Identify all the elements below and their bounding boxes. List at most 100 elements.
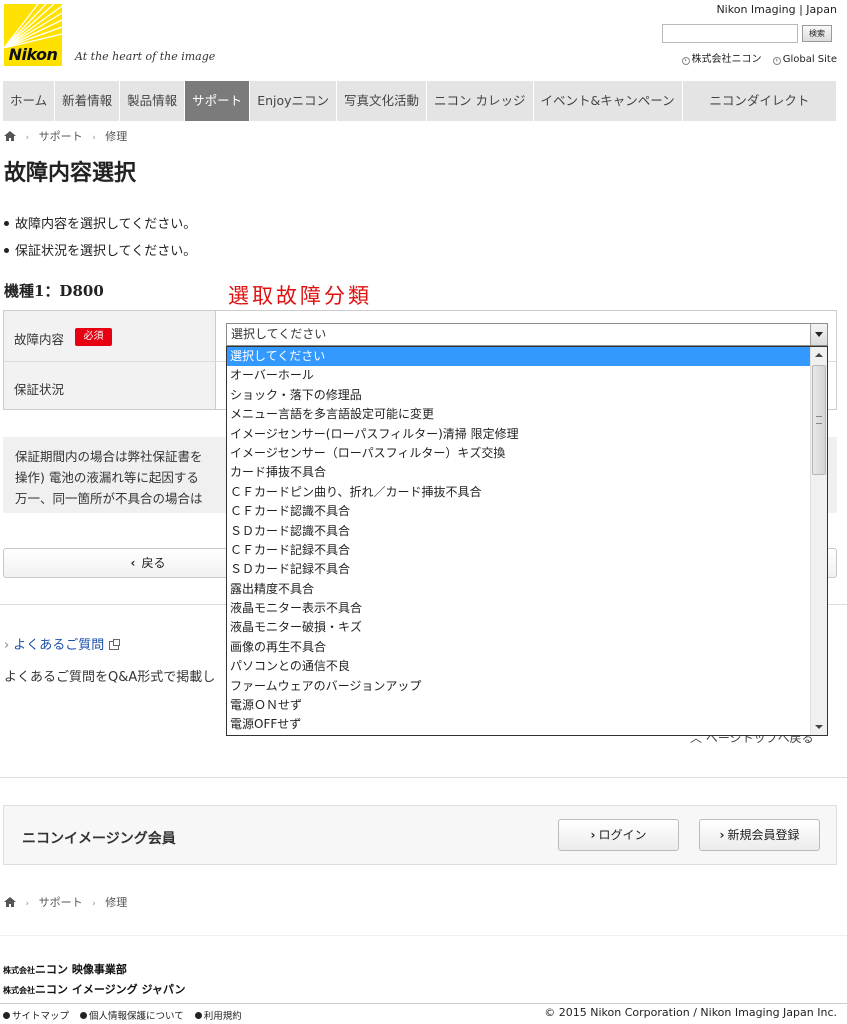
corp-name-1: 株式会社ニコン 映像事業部 — [3, 963, 127, 976]
annotation-text: 選取故障分類 — [228, 284, 372, 308]
nikon-corp-link[interactable]: › 株式会社ニコン — [681, 54, 762, 65]
footer-link-privacy[interactable]: 個人情報保護について — [80, 1011, 184, 1022]
dropdown-option[interactable]: ＣＦカードピン曲り、折れ／カード挿抜不具合 — [227, 483, 810, 502]
dropdown-option[interactable]: ＣＦカード記録不具合 — [227, 541, 810, 560]
breadcrumb-repair: 修理 — [105, 896, 128, 909]
tagline: At the heart of the image — [75, 50, 216, 63]
nav-college[interactable]: ニコン カレッジ — [427, 81, 534, 121]
login-button[interactable]: › ログイン — [558, 819, 679, 851]
chevron-right-icon: › — [92, 133, 96, 143]
nav-support[interactable]: サポート — [185, 81, 251, 121]
faq-description: よくあるご質問をQ&A形式で掲載し — [4, 670, 216, 685]
dropdown-option[interactable]: 液晶モニター破損・キズ — [227, 618, 810, 637]
dropdown-option[interactable]: 露出精度不具合 — [227, 580, 810, 599]
search-button[interactable]: 検索 — [802, 25, 832, 42]
link-bullet-icon: › — [772, 57, 781, 65]
dropdown-option[interactable]: 画像の再生不具合 — [227, 638, 810, 657]
divider — [0, 1003, 847, 1004]
page-title: 故障内容選択 — [4, 161, 137, 186]
breadcrumb-support[interactable]: サポート — [39, 896, 83, 909]
nikon-logo[interactable]: Nikon — [4, 4, 62, 66]
divider — [0, 935, 847, 936]
corp-name-2: 株式会社ニコン イメージング ジャパン — [3, 983, 186, 996]
required-badge: 必須 — [75, 328, 112, 346]
external-window-icon — [109, 639, 121, 650]
dropdown-option[interactable]: イメージセンサー（ローパスフィルター）キズ交換 — [227, 444, 810, 463]
top-links: › 株式会社ニコン › Global Site — [674, 50, 837, 65]
fault-select[interactable]: 選択してください — [226, 323, 828, 346]
chevron-right-icon: › — [25, 133, 30, 143]
bullet-icon — [3, 1012, 10, 1019]
breadcrumb-bottom: › サポート › 修理 — [4, 894, 127, 910]
dropdown-option[interactable]: 電源OFFせず — [227, 715, 810, 734]
nav-enjoy[interactable]: Enjoyニコン — [250, 81, 338, 121]
dropdown-option[interactable]: 電源ＯＮせず — [227, 696, 810, 715]
home-icon[interactable] — [4, 897, 16, 907]
dropdown-option[interactable]: ＳＤカード記録不具合 — [227, 560, 810, 579]
breadcrumb: › サポート › 修理 — [4, 128, 127, 144]
nav-products[interactable]: 製品情報 — [120, 81, 186, 121]
dropdown-option[interactable]: ＣＦカード認識不具合 — [227, 502, 810, 521]
home-icon[interactable] — [4, 131, 16, 141]
dropdown-scrollbar[interactable] — [810, 347, 827, 735]
footer-links: サイトマップ 個人情報保護について 利用規約 — [3, 1008, 250, 1022]
fault-dropdown-list[interactable]: 選択してください オーバーホール ショック・落下の修理品 メニュー言語を多言語設定可能… — [226, 346, 828, 736]
chevron-right-icon: › — [4, 638, 10, 653]
dropdown-option[interactable]: イメージセンサー(ローパスフィルター)清掃 限定修理 — [227, 425, 810, 444]
nav-events[interactable]: イベント&キャンペーン — [534, 81, 683, 121]
footer-link-terms[interactable]: 利用規約 — [194, 1011, 242, 1022]
model-label: 機種1：D800 — [4, 282, 104, 300]
register-button[interactable]: › 新規会員登録 — [699, 819, 820, 851]
info-line: 保証期間内の場合は弊社保証書を — [15, 449, 203, 464]
dropdown-option[interactable]: カード挿抜不具合 — [227, 463, 810, 482]
chevron-right-icon: › — [719, 828, 725, 842]
instruction-line: 故障内容を選択してください。 — [4, 213, 196, 232]
dropdown-option[interactable]: パソコンとの通信不良 — [227, 657, 810, 676]
dropdown-option[interactable]: ファームウェアのバージョンアップ — [227, 677, 810, 696]
logo-rays-icon — [4, 4, 62, 48]
dropdown-option[interactable]: 液晶モニター表示不具合 — [227, 599, 810, 618]
member-title: ニコンイメージング会員 — [22, 831, 176, 847]
dropdown-option[interactable]: ショック・落下の修理品 — [227, 386, 810, 405]
member-section: ニコンイメージング会員 › ログイン › 新規会員登録 — [3, 805, 837, 865]
scroll-thumb[interactable] — [812, 365, 826, 475]
chevron-left-icon: ‹ — [130, 556, 136, 570]
bullet-icon — [4, 221, 9, 226]
bullet-icon — [80, 1012, 88, 1019]
chevron-right-icon: › — [92, 899, 96, 909]
chevron-right-icon: › — [25, 899, 30, 909]
fault-label: 故障内容 — [14, 332, 65, 347]
nav-news[interactable]: 新着情報 — [55, 81, 121, 121]
link-bullet-icon: › — [681, 57, 690, 65]
dropdown-option[interactable]: メニュー言語を多言語設定可能に変更 — [227, 405, 810, 424]
fault-select-value: 選択してください — [231, 327, 327, 341]
bullet-icon — [194, 1012, 202, 1019]
warranty-label: 保証状況 — [14, 382, 65, 397]
info-line: 万一、同一箇所が不具合の場合は — [15, 491, 203, 506]
scroll-up-icon[interactable] — [811, 347, 827, 363]
dropdown-option[interactable]: オーバーホール — [227, 366, 810, 385]
info-line: 操作) 電池の液漏れ等に起因する — [15, 470, 199, 485]
dropdown-option[interactable]: ＳＤカード認識不具合 — [227, 522, 810, 541]
chevron-right-icon: › — [590, 828, 596, 842]
search-input[interactable] — [662, 24, 798, 43]
nav-home[interactable]: ホーム — [3, 81, 56, 121]
breadcrumb-repair: 修理 — [105, 130, 128, 143]
logo-text: Nikon — [8, 45, 58, 64]
divider — [0, 777, 847, 778]
nav-direct[interactable]: ニコンダイレクト — [683, 81, 837, 121]
footer-link-sitemap[interactable]: サイトマップ — [3, 1011, 69, 1022]
scroll-down-icon[interactable] — [811, 719, 827, 735]
nav-photo-culture[interactable]: 写真文化活動 — [337, 81, 428, 121]
dropdown-option[interactable]: 選択してください — [227, 347, 810, 367]
instruction-line: 保証状況を選択してください。 — [4, 240, 196, 259]
bullet-icon — [4, 248, 9, 253]
copyright: © 2015 Nikon Corporation / Nikon Imaging… — [544, 1006, 837, 1019]
dropdown-options: 選択してください オーバーホール ショック・落下の修理品 メニュー言語を多言語設定可能… — [227, 347, 810, 735]
global-site-link[interactable]: › Global Site — [772, 54, 837, 65]
chevron-down-icon[interactable] — [810, 324, 827, 345]
main-nav: ホーム 新着情報 製品情報 サポート Enjoyニコン 写真文化活動 ニコン カ… — [3, 81, 837, 121]
site-label[interactable]: Nikon Imaging | Japan — [716, 3, 837, 16]
breadcrumb-support[interactable]: サポート — [39, 130, 83, 143]
faq-link[interactable]: › よくあるご質問 — [4, 634, 121, 653]
